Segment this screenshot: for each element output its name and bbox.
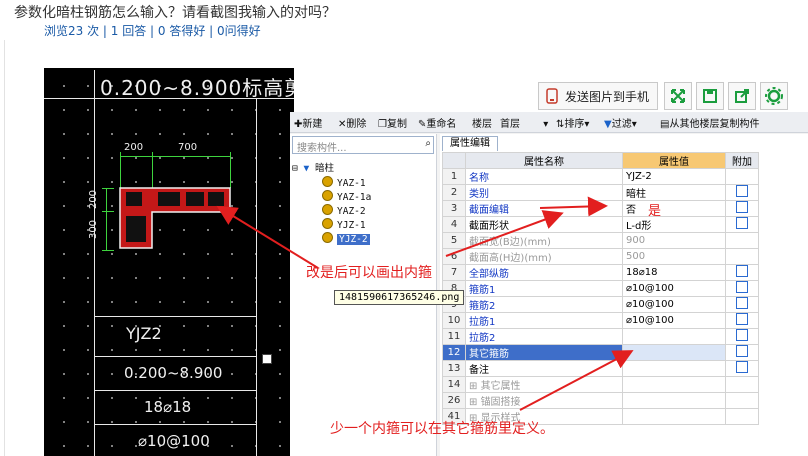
header-name: 属性名称 — [465, 152, 623, 169]
copy-icon: ❐ — [378, 119, 387, 130]
cad-dim-v200: 200 — [88, 189, 100, 210]
header-value: 属性值 — [622, 152, 726, 169]
column-icon: ▼ — [303, 163, 310, 174]
component-icon — [322, 218, 333, 229]
phone-icon — [546, 88, 558, 104]
component-icon — [322, 204, 333, 215]
header-add: 附加 — [725, 152, 759, 169]
settings-icon — [765, 87, 783, 105]
annotation-note-1: 改是后可以画出内箍 — [306, 265, 432, 281]
expand-icon — [671, 89, 685, 103]
share-icon — [735, 89, 749, 103]
new-button[interactable]: ✚新建 — [294, 115, 322, 130]
rename-button[interactable]: ✎重命名 — [418, 115, 456, 130]
delete-button[interactable]: ✕删除 — [338, 115, 366, 130]
table-row[interactable]: 11 拉筋2 — [442, 328, 759, 345]
table-row[interactable]: 14 ⊞ 其它属性 — [442, 376, 759, 393]
expand-icon[interactable]: ⊞ — [469, 381, 481, 392]
tree-item[interactable]: YJZ-1 — [322, 218, 366, 231]
table-row-selected[interactable]: 12 其它箍筋 — [442, 344, 759, 361]
copy-button[interactable]: ❐复制 — [378, 115, 407, 130]
property-table: 属性名称 属性值 附加 1 名称 YJZ-2 2 类别 暗柱 3 截面编辑否 4 截面形状 L… — [442, 152, 759, 425]
column-section — [119, 187, 231, 249]
save-button[interactable] — [696, 82, 724, 110]
add-checkbox[interactable] — [736, 217, 748, 229]
component-icon — [322, 190, 333, 201]
table-row[interactable]: 26 ⊞ 锚固搭接 — [442, 392, 759, 409]
cad-dim-200: 200 — [124, 142, 144, 153]
tree-item[interactable]: YAZ-1a — [322, 190, 371, 203]
expand-icon[interactable]: ⊞ — [469, 397, 481, 408]
tree-item-selected[interactable]: YJZ-2 — [322, 232, 370, 245]
add-checkbox[interactable] — [736, 185, 748, 197]
add-checkbox[interactable] — [736, 313, 748, 325]
table-row[interactable]: 3 截面编辑否 — [442, 200, 759, 217]
add-checkbox[interactable] — [736, 361, 748, 373]
question-title: 参数化暗柱钢筋怎么输入？请看截图我输入的对吗？ — [14, 5, 336, 21]
annotation-yes: 是 — [648, 204, 662, 219]
floor-label: 楼层 — [472, 119, 492, 130]
send-to-phone-button[interactable]: 发送图片到手机 — [538, 82, 658, 110]
table-row[interactable]: 1 名称 YJZ-2 — [442, 168, 759, 185]
table-row[interactable]: 2 类别 暗柱 — [442, 184, 759, 201]
table-row[interactable]: 5 截面宽(B边)(mm) 900 — [442, 232, 759, 249]
tree-item[interactable]: YAZ-2 — [322, 204, 366, 217]
cad-stirrup: ⌀10@100 — [138, 432, 210, 450]
table-row[interactable]: 10 拉筋1 ⌀10@100 — [442, 312, 759, 329]
table-row[interactable]: 7 全部纵筋 18⌀18 — [442, 264, 759, 281]
table-row[interactable]: 6 截面高(H边)(mm) 500 — [442, 248, 759, 265]
add-checkbox[interactable] — [736, 265, 748, 277]
share-button[interactable] — [728, 82, 756, 110]
settings-button[interactable] — [760, 82, 788, 110]
search-input[interactable]: 搜索构件... ⌕ — [292, 136, 434, 154]
filename-tooltip: 1481590617365246.png — [334, 290, 465, 305]
small-square — [262, 354, 272, 364]
table-row[interactable]: 4 截面形状 L-d形 — [442, 216, 759, 233]
table-row[interactable]: 9箍筋2⌀10@100 — [442, 296, 759, 313]
filter-button[interactable]: ▼过滤▾ — [604, 115, 637, 130]
collapse-icon[interactable]: ⊟ — [292, 163, 298, 174]
add-checkbox[interactable] — [736, 297, 748, 309]
search-icon[interactable]: ⌕ — [425, 138, 431, 149]
add-checkbox[interactable] — [736, 281, 748, 293]
tree-root[interactable]: ⊟ ▼ 暗柱 — [292, 160, 334, 174]
cad-drawing: 0.200~8.900标高剪 200 700 200 300 YJZ2 0.20… — [44, 68, 294, 456]
question-stats[interactable]: 浏览23 次 | 1 回答 | 0 答得好 | 0问得好 — [44, 22, 261, 39]
floor-select[interactable]: 首层 ▾ — [500, 115, 548, 130]
filter-icon: ▼ — [604, 119, 612, 130]
tree-item[interactable]: YAZ-1 — [322, 176, 366, 189]
save-icon — [703, 89, 717, 103]
cad-elev: 0.200~8.900 — [124, 364, 223, 382]
add-checkbox[interactable] — [736, 201, 748, 213]
cad-dim-700: 700 — [178, 142, 198, 153]
table-row[interactable]: 13 备注 — [442, 360, 759, 377]
software-panel: ✚新建 ✕删除 ❐复制 ✎重命名 楼层 首层 ▾ ⇅排序▾ ▼过滤▾ ▤从其他楼… — [290, 112, 808, 456]
sort-button[interactable]: ⇅排序▾ — [556, 115, 589, 130]
property-editor: 属性编辑 属性名称 属性值 附加 1 名称 YJZ-2 2 类别 暗柱 3 截面编辑否 4… — [440, 134, 808, 456]
cad-title: 0.200~8.900标高剪 — [100, 76, 294, 100]
cad-label: YJZ2 — [126, 324, 162, 343]
component-icon — [322, 232, 333, 243]
expand-button[interactable] — [664, 82, 692, 110]
add-checkbox[interactable] — [736, 329, 748, 341]
table-row[interactable]: 8 箍筋1 ⌀10@100 — [442, 280, 759, 297]
cad-rebar: 18⌀18 — [144, 398, 192, 416]
annotation-note-2: 少一个内箍可以在其它箍筋里定义。 — [330, 421, 554, 437]
divider — [4, 40, 5, 456]
toolbar: ✚新建 ✕删除 ❐复制 ✎重命名 楼层 首层 ▾ ⇅排序▾ ▼过滤▾ ▤从其他楼… — [290, 112, 808, 133]
chevron-down-icon: ▾ — [543, 119, 549, 130]
cad-dim-v300: 300 — [88, 219, 100, 240]
copy-from-floor-button[interactable]: ▤从其他楼层复制构件 — [660, 115, 759, 130]
add-checkbox[interactable] — [736, 345, 748, 357]
component-icon — [322, 176, 333, 187]
tab-property-edit[interactable]: 属性编辑 — [442, 136, 498, 151]
